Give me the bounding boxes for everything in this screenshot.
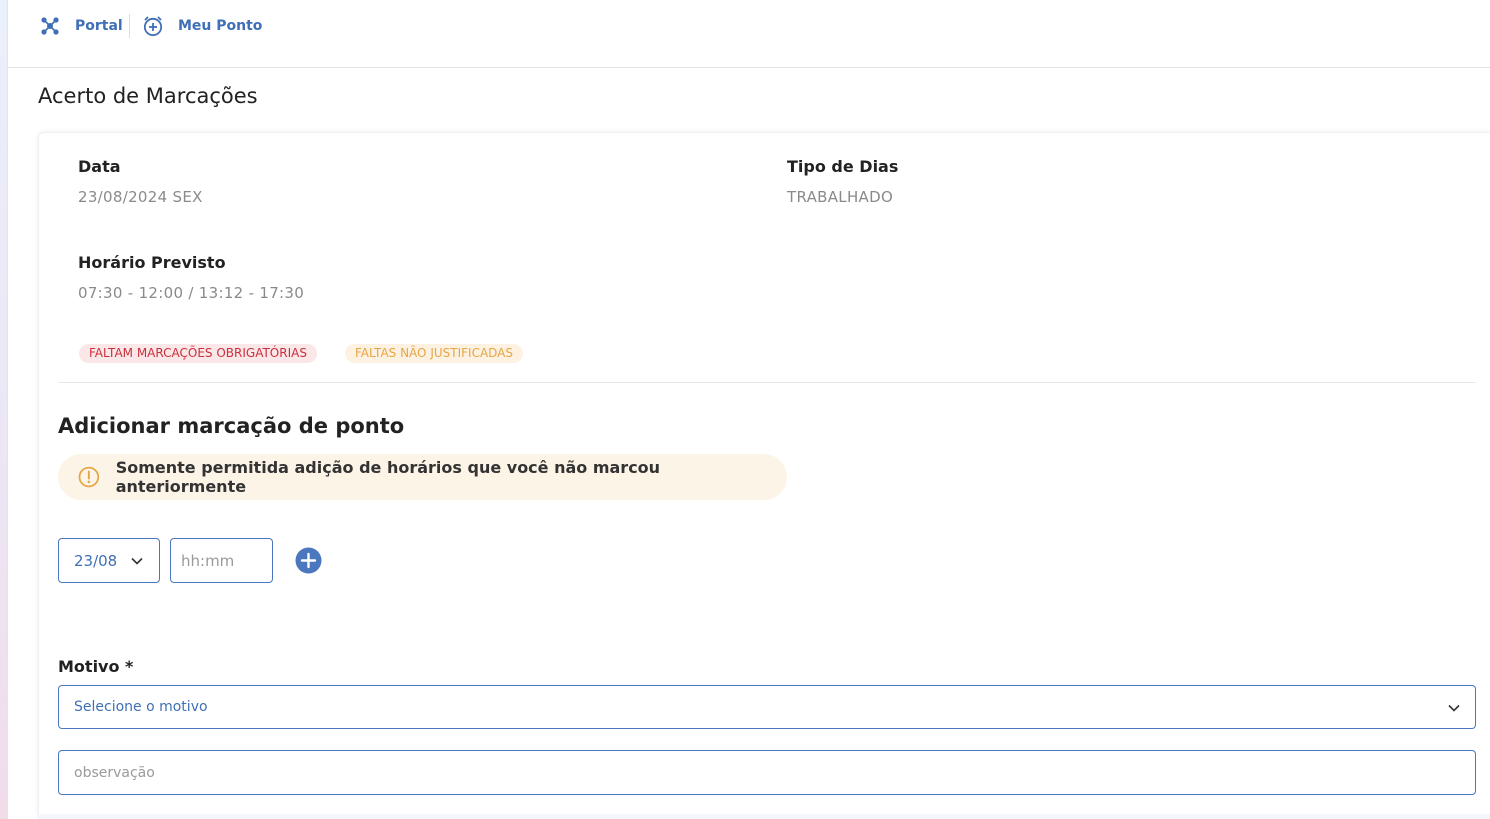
portal-icon: [41, 17, 59, 35]
tipo-dias-label: Tipo de Dias: [787, 157, 899, 176]
breadcrumb-portal[interactable]: Portal: [39, 14, 123, 38]
breadcrumb-meu-ponto[interactable]: Meu Ponto: [142, 14, 262, 38]
time-input[interactable]: [170, 538, 273, 583]
add-section-title: Adicionar marcação de ponto: [58, 414, 405, 438]
page-title: Acerto de Marcações: [38, 84, 258, 108]
left-sidebar-strip: [0, 0, 8, 819]
breadcrumb-separator: [129, 14, 130, 38]
tipo-dias-value: TRABALHADO: [787, 188, 894, 206]
horario-previsto-value: 07:30 - 12:00 / 13:12 - 17:30: [78, 284, 305, 302]
warning-alert: Somente permitida adição de horários que…: [58, 454, 787, 500]
date-select[interactable]: 23/08: [58, 538, 160, 583]
motivo-select-placeholder: Selecione o motivo: [74, 699, 208, 715]
motivo-label: Motivo *: [58, 657, 134, 676]
status-badge-faltam-marcacoes: FALTAM MARCAÇÕES OBRIGATÓRIAS: [79, 344, 317, 363]
add-circle-button[interactable]: [295, 547, 322, 574]
chevron-down-icon: [1448, 704, 1460, 712]
observacao-input[interactable]: [58, 750, 1476, 795]
status-badge-faltas-nao-justificadas: FALTAS NÃO JUSTIFICADAS: [345, 344, 524, 363]
card-bottom-edge: [38, 814, 1490, 819]
date-select-value: 23/08: [74, 551, 118, 570]
topbar: Portal Meu Ponto: [8, 0, 1490, 68]
horario-previsto-label: Horário Previsto: [78, 253, 226, 272]
warning-circle-icon: [78, 466, 100, 488]
motivo-select[interactable]: Selecione o motivo: [58, 685, 1476, 729]
warning-alert-text: Somente permitida adição de horários que…: [115, 458, 661, 496]
breadcrumb-meu-ponto-label: Meu Ponto: [178, 18, 263, 34]
section-divider: [58, 382, 1476, 383]
data-label: Data: [78, 157, 121, 176]
chevron-down-icon: [131, 557, 143, 565]
breadcrumb-portal-label: Portal: [75, 18, 123, 34]
alarm-clock-plus-icon: [143, 16, 163, 37]
data-value: 23/08/2024 SEX: [78, 188, 203, 206]
